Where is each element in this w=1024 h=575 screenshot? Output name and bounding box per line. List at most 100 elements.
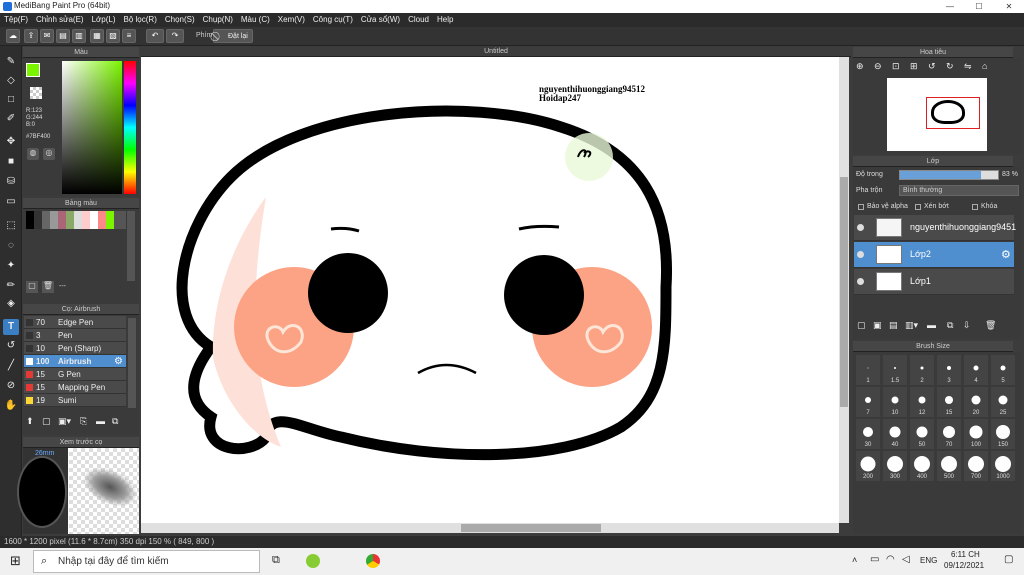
brush-size-option[interactable]: 15 xyxy=(937,387,961,417)
menu-color[interactable]: Màu (C) xyxy=(237,13,274,27)
layer-folder-icon[interactable]: ▬ xyxy=(927,320,936,330)
saturation-value-picker[interactable] xyxy=(62,61,122,194)
brush-size-option[interactable]: 25 xyxy=(991,387,1015,417)
brush-size-option[interactable]: 1 xyxy=(856,355,880,385)
task-view-icon[interactable]: ⧉ xyxy=(272,554,280,567)
brush-size-option[interactable]: 50 xyxy=(910,419,934,449)
cloud-icon[interactable]: ☁ xyxy=(6,29,20,43)
delete-palette-icon[interactable]: 🗑 xyxy=(42,281,54,293)
canvas-tab[interactable]: Untitled xyxy=(141,46,851,57)
layer-row[interactable]: nguyenthihuonggiang9451 xyxy=(854,215,1016,241)
divide-tool-icon[interactable]: ╱ xyxy=(3,358,19,374)
show-hidden-icons-icon[interactable]: ˄ xyxy=(852,555,857,565)
menu-help[interactable]: Help xyxy=(433,13,457,27)
text-tool-icon[interactable]: T xyxy=(3,319,19,335)
brush-size-option[interactable]: 5 xyxy=(991,355,1015,385)
move-tool-icon[interactable]: ✥ xyxy=(3,134,19,150)
add-layer-menu-icon[interactable]: ▥▾ xyxy=(905,320,918,331)
pen-tool-icon[interactable]: ✐ xyxy=(3,111,19,127)
brush-cloud-icon[interactable]: ⬆ xyxy=(26,416,38,428)
clipping-checkbox[interactable] xyxy=(915,204,921,210)
network-icon[interactable]: ▭ xyxy=(870,554,879,565)
select-eraser-tool-icon[interactable]: ◈ xyxy=(3,296,19,312)
close-button[interactable]: ✕ xyxy=(994,0,1024,13)
new-layer-icon[interactable]: ▢ xyxy=(857,320,866,331)
brush-tool-icon[interactable]: ✎ xyxy=(3,54,19,70)
dot-tool-icon[interactable]: □ xyxy=(3,92,19,108)
maximize-button[interactable]: ☐ xyxy=(964,0,994,13)
blend-mode-select[interactable]: Bình thường xyxy=(899,185,1019,196)
clock-date[interactable]: 09/12/2021 xyxy=(944,561,984,570)
menu-filter[interactable]: Bộ lọc(R) xyxy=(120,13,161,27)
brush-item[interactable]: 15 G Pen xyxy=(24,368,126,381)
rotate-left-icon[interactable]: ↺ xyxy=(928,61,940,73)
brush-size-option[interactable]: 200 xyxy=(856,451,880,481)
copy-brush-icon[interactable]: ⎘ xyxy=(80,416,92,428)
brush-size-option[interactable]: 3 xyxy=(937,355,961,385)
eyedropper-tool-icon[interactable]: ⊘ xyxy=(3,378,19,394)
add-brush-icon[interactable]: ▣▾ xyxy=(58,416,76,428)
menu-edit[interactable]: Chỉnh sửa(E) xyxy=(32,13,88,27)
palette-scrollbar[interactable] xyxy=(127,211,135,281)
folder-brush-icon[interactable]: ▬ xyxy=(96,416,108,428)
menu-file[interactable]: Tệp(F) xyxy=(0,13,32,27)
brush-size-option[interactable]: 12 xyxy=(910,387,934,417)
operation-tool-icon[interactable]: ↺ xyxy=(3,338,19,354)
language-indicator[interactable]: ENG xyxy=(920,556,937,565)
opacity-slider[interactable] xyxy=(899,170,999,180)
brush-item[interactable]: 100 Airbrush ⚙ xyxy=(24,355,126,368)
brush-size-option[interactable]: 1000 xyxy=(991,451,1015,481)
canvas-h-scrollbar[interactable] xyxy=(141,523,839,533)
grid-alt-icon[interactable]: ▧ xyxy=(106,29,120,43)
upload-icon[interactable]: ⇪ xyxy=(24,29,38,43)
canvas-h-scroll-thumb[interactable] xyxy=(461,524,601,532)
select-pen-tool-icon[interactable]: ✏ xyxy=(3,278,19,294)
brush-size-option[interactable]: 4 xyxy=(964,355,988,385)
hue-slider[interactable] xyxy=(124,61,136,194)
zoom-in-icon[interactable]: ⊕ xyxy=(856,61,868,73)
brush-size-option[interactable]: 100 xyxy=(964,419,988,449)
palette-swatches[interactable] xyxy=(26,211,126,229)
reset-button[interactable]: ⃠ Đặt lại xyxy=(213,29,253,43)
eraser-tool-icon[interactable]: ◇ xyxy=(3,73,19,89)
canvas-v-scroll-thumb[interactable] xyxy=(840,177,848,407)
menu-view[interactable]: Xem(V) xyxy=(274,13,309,27)
brush-size-option[interactable]: 30 xyxy=(856,419,880,449)
windows-start-icon[interactable]: ⊞ xyxy=(10,553,21,569)
new-8bit-layer-icon[interactable]: ▤ xyxy=(889,320,898,331)
brush-size-option[interactable]: 10 xyxy=(883,387,907,417)
menu-snap[interactable]: Chụp(N) xyxy=(199,13,237,27)
menu-select[interactable]: Chọn(S) xyxy=(161,13,199,27)
canvas-v-scrollbar[interactable] xyxy=(839,57,849,523)
brush-size-option[interactable]: 20 xyxy=(964,387,988,417)
brush-item[interactable]: 19 Sumi xyxy=(24,394,126,407)
brush-size-option[interactable]: 300 xyxy=(883,451,907,481)
layer-row[interactable]: Lớp2 ⚙ xyxy=(854,242,1014,268)
new-brush-icon[interactable]: ▢ xyxy=(42,416,54,428)
duplicate-layer-icon[interactable]: ⧉ xyxy=(947,320,953,331)
foreground-color-swatch[interactable] xyxy=(26,63,40,77)
brush-size-option[interactable]: 1.5 xyxy=(883,355,907,385)
brush-size-option[interactable]: 2 xyxy=(910,355,934,385)
export-brush-icon[interactable]: ⧉ xyxy=(112,416,124,428)
reset-view-icon[interactable]: ⌂ xyxy=(982,61,994,73)
undo-button[interactable]: ↶ xyxy=(146,29,164,43)
lasso-tool-icon[interactable]: ◌ xyxy=(3,238,19,254)
visibility-eye-icon[interactable] xyxy=(857,224,864,231)
volume-icon[interactable]: ◁ xyxy=(902,554,910,565)
brush-size-option[interactable]: 400 xyxy=(910,451,934,481)
brush-scrollbar[interactable] xyxy=(128,318,136,408)
transparent-color-swatch[interactable] xyxy=(30,87,42,99)
brush-size-option[interactable]: 700 xyxy=(964,451,988,481)
visibility-eye-icon[interactable] xyxy=(857,278,864,285)
actual-size-icon[interactable]: ⊞ xyxy=(910,61,922,73)
palette-icon[interactable]: ◍ xyxy=(27,148,39,160)
brush-settings-gear-icon[interactable]: ⚙ xyxy=(114,355,123,368)
panel-icon[interactable]: ▤ xyxy=(56,29,70,43)
minimize-button[interactable]: — xyxy=(935,0,965,13)
rotate-right-icon[interactable]: ↻ xyxy=(946,61,958,73)
notification-icon[interactable]: ▢ xyxy=(1004,554,1013,565)
layer-row[interactable]: Lớp1 xyxy=(854,269,1014,295)
magic-wand-tool-icon[interactable]: ✦ xyxy=(3,258,19,274)
new-palette-icon[interactable]: ▢ xyxy=(26,281,38,293)
